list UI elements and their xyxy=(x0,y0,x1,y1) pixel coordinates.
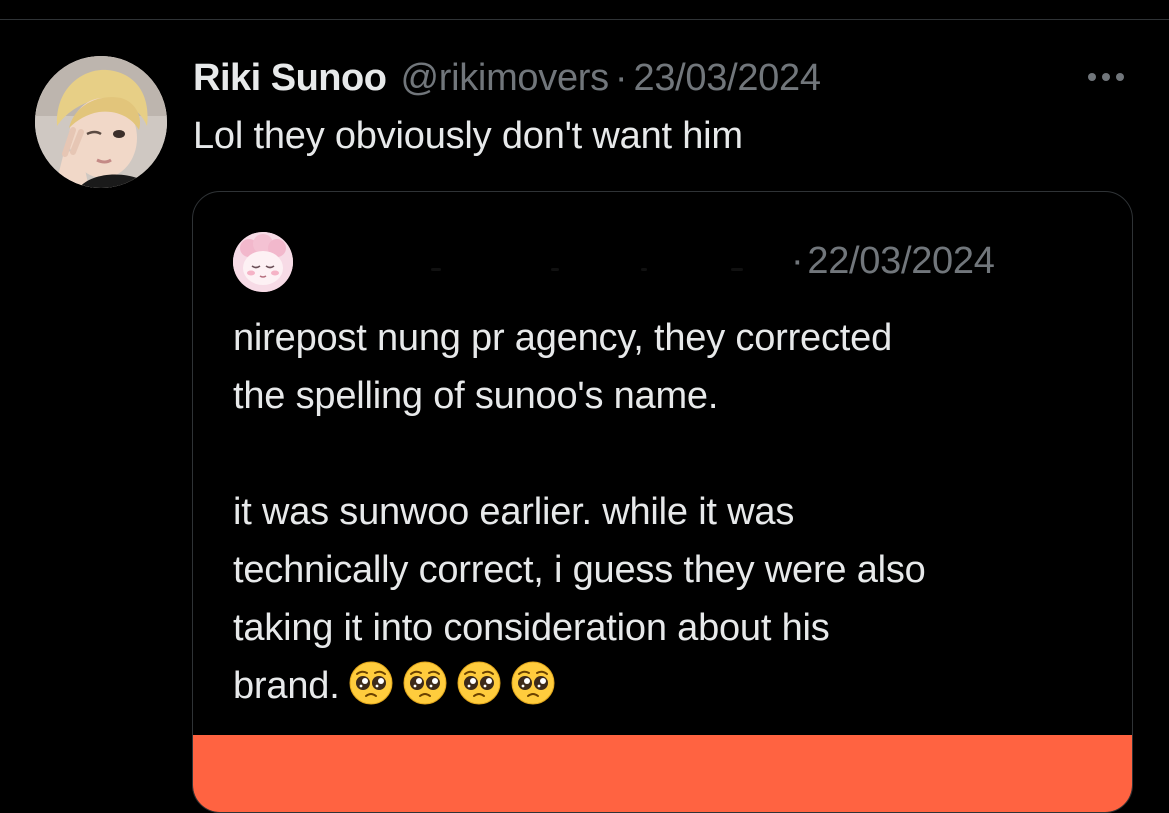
quoted-tweet-card[interactable]: · 22/03/2024 nirepost nung pr agency, the… xyxy=(192,191,1133,813)
pleading-face-emoji xyxy=(349,661,393,705)
emoji-row xyxy=(340,661,556,707)
more-horizontal-icon xyxy=(1088,73,1096,81)
quoted-author-avatar[interactable] xyxy=(233,232,293,292)
quoted-paragraph-2: it was sunwoo earlier. while it was tech… xyxy=(233,483,1093,715)
author-avatar-image xyxy=(35,56,167,188)
tweet-date[interactable]: 23/03/2024 xyxy=(634,55,821,101)
more-options-button[interactable] xyxy=(1080,60,1132,94)
author-handle[interactable]: @rikimovers xyxy=(400,55,609,101)
redacted-author-name xyxy=(311,260,791,282)
quoted-tweet-date-text: 22/03/2024 xyxy=(807,240,995,282)
quoted-paragraph-1: nirepost nung pr agency, they corrected … xyxy=(233,317,892,417)
author-avatar[interactable] xyxy=(35,56,167,188)
pleading-face-emoji xyxy=(403,661,447,705)
pleading-face-emoji xyxy=(457,661,501,705)
header-separator: · xyxy=(614,57,628,99)
quoted-header-separator: · xyxy=(791,240,804,282)
author-display-name[interactable]: Riki Sunoo xyxy=(193,55,387,101)
quoted-media-preview[interactable] xyxy=(193,735,1132,812)
tweet-header: Riki Sunoo @rikimovers · 23/03/2024 xyxy=(193,55,821,101)
pleading-face-emoji xyxy=(511,661,555,705)
more-horizontal-icon-dot xyxy=(1116,73,1124,81)
tweet-text: Lol they obviously don't want him xyxy=(193,115,743,157)
quoted-author-avatar-image xyxy=(233,232,293,292)
more-horizontal-icon-dot xyxy=(1102,73,1110,81)
quoted-tweet-date[interactable]: · 22/03/2024 xyxy=(791,238,995,284)
top-divider xyxy=(0,19,1169,20)
quoted-paragraph-2-text: it was sunwoo earlier. while it was tech… xyxy=(233,491,926,707)
quoted-tweet-text: nirepost nung pr agency, they corrected … xyxy=(233,309,1093,715)
